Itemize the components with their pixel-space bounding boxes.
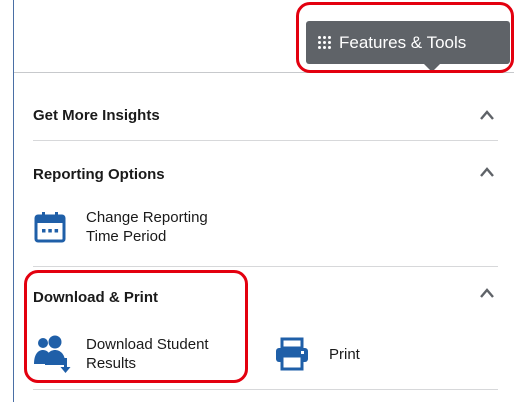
features-tools-label: Features & Tools: [339, 32, 467, 52]
calendar-icon: [34, 212, 66, 243]
chevron-up-icon[interactable]: [479, 109, 495, 121]
top-bar-divider: [14, 72, 514, 73]
chevron-up-icon[interactable]: [479, 287, 495, 299]
print-label: Print: [329, 345, 360, 363]
download-users-icon: [34, 335, 71, 373]
section-divider: [33, 140, 498, 141]
section-divider: [33, 389, 498, 390]
section-divider: [33, 266, 498, 267]
chevron-up-icon[interactable]: [479, 166, 495, 178]
download-student-results-label: Download Student Results: [86, 336, 209, 372]
print-button[interactable]: Print: [274, 337, 360, 371]
section-title-download-print: Download & Print: [33, 289, 158, 306]
grid-dots-icon: [318, 36, 331, 49]
change-reporting-period-label: Change Reporting Time Period: [86, 209, 208, 245]
change-reporting-period-button[interactable]: Change Reporting Time Period: [33, 208, 208, 246]
download-student-results-button[interactable]: Download Student Results: [33, 334, 209, 374]
section-title-insights: Get More Insights: [33, 107, 160, 124]
features-tools-button[interactable]: Features & Tools: [306, 21, 510, 64]
printer-icon: [276, 337, 308, 371]
features-tools-caret: [423, 63, 441, 72]
section-title-reporting: Reporting Options: [33, 166, 165, 183]
